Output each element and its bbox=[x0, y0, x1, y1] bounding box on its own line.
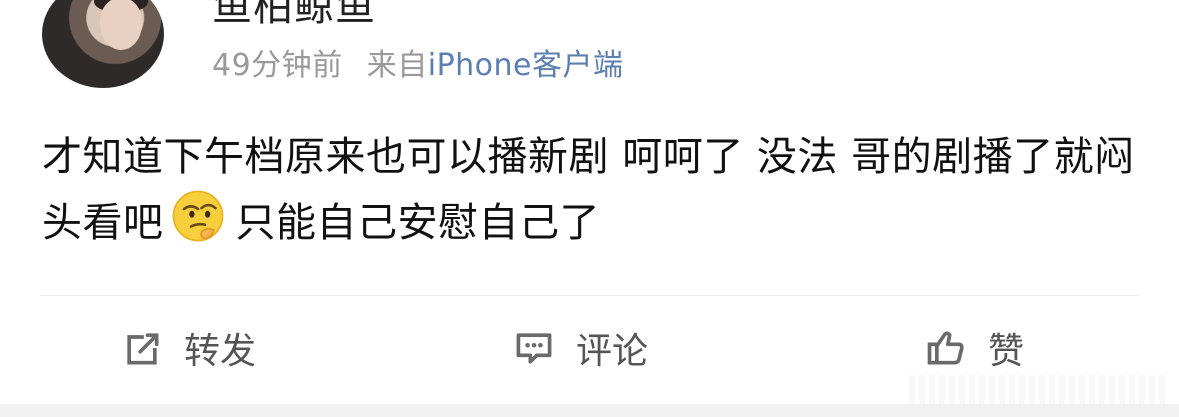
post-meta: 49分钟前 来自iPhone客户端 bbox=[212, 40, 624, 84]
like-label: 赞 bbox=[988, 331, 1025, 372]
avatar[interactable] bbox=[42, 0, 164, 88]
comment-icon bbox=[516, 333, 552, 364]
like-button[interactable]: 赞 bbox=[924, 322, 1024, 374]
avatar-face bbox=[100, 0, 142, 50]
thumbs-up-icon bbox=[927, 331, 964, 365]
post-text: 才知道下午档原来也可以播新剧 呵呵了 没法 哥的剧播了就闷头看吧 只能自己安慰自… bbox=[42, 126, 1152, 254]
repost-icon bbox=[127, 333, 159, 365]
post-time: 49分钟前 bbox=[212, 48, 343, 83]
source-client-link[interactable]: iPhone客户端 bbox=[428, 48, 624, 83]
watermark bbox=[909, 375, 1169, 405]
post-text-part-2: 只能自己安慰自己了 bbox=[235, 200, 600, 246]
bottom-separator bbox=[0, 404, 1179, 417]
action-divider bbox=[40, 295, 1139, 296]
source-prefix: 来自 bbox=[366, 48, 428, 83]
comment-button[interactable]: 评论 bbox=[512, 322, 648, 374]
thinking-face-emoji-icon bbox=[172, 190, 223, 242]
username[interactable]: 鱼柏鲸鱼 bbox=[212, 0, 376, 32]
comment-label: 评论 bbox=[576, 331, 649, 372]
repost-button[interactable]: 转发 bbox=[120, 322, 256, 374]
repost-label: 转发 bbox=[184, 331, 257, 372]
